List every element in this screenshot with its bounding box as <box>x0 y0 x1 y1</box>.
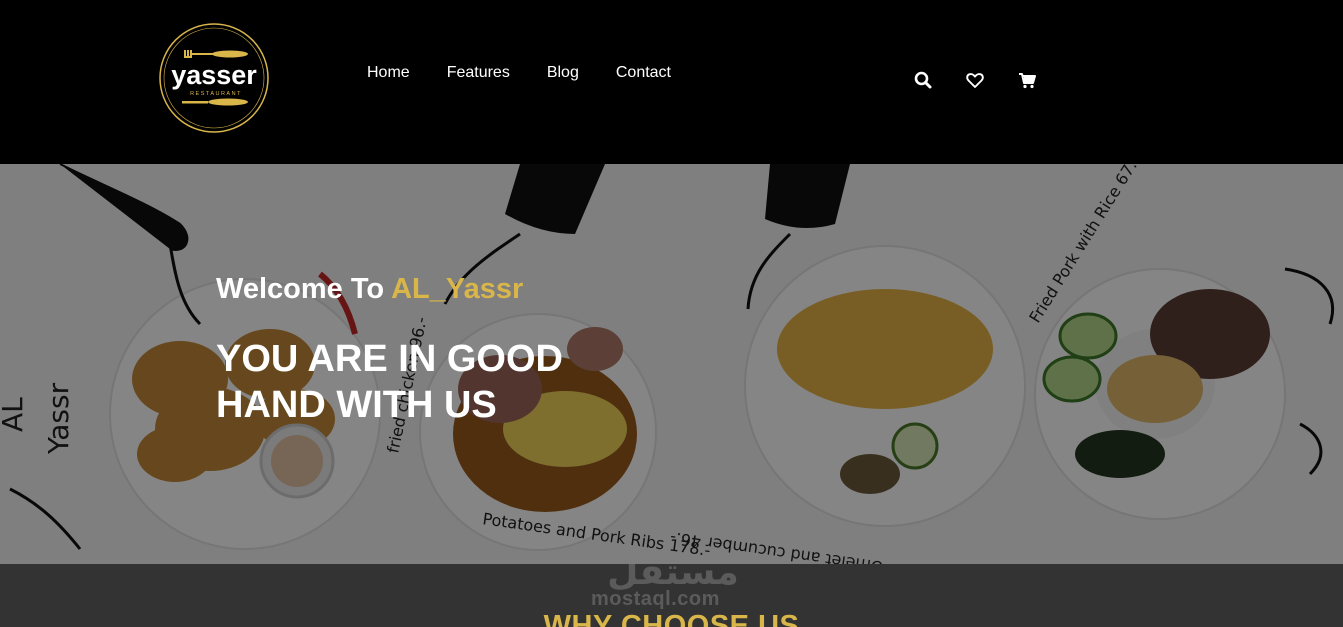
main-nav: Home Features Blog Contact <box>367 63 708 83</box>
hero-welcome: Welcome To AL_Yassr <box>216 272 523 306</box>
hero-welcome-prefix: Welcome To <box>216 273 392 305</box>
nav-blog-link[interactable]: Blog <box>547 63 579 83</box>
nav-features-link[interactable]: Features <box>447 63 510 83</box>
page: yasser RESTAURANT Home Features Blog Con… <box>0 0 1343 627</box>
nav-home-link[interactable]: Home <box>367 63 410 83</box>
site-logo[interactable]: yasser RESTAURANT <box>158 22 270 134</box>
search-icon[interactable] <box>912 69 934 91</box>
header-actions <box>912 69 1068 91</box>
why-choose-section: مستقل mostaql.com WHY CHOOSE US <box>0 564 1343 627</box>
nav-contact-link[interactable]: Contact <box>616 63 671 83</box>
section-title: WHY CHOOSE US <box>543 610 800 627</box>
site-header: yasser RESTAURANT Home Features Blog Con… <box>0 0 1343 164</box>
heart-icon[interactable] <box>964 69 986 91</box>
hero-welcome-accent: AL_Yassr <box>391 273 524 305</box>
hero-dark-overlay <box>0 164 1343 564</box>
watermark-latin: mostaql.com <box>591 588 720 610</box>
cart-icon[interactable] <box>1016 69 1038 91</box>
logo-brand-text: yasser <box>171 60 257 90</box>
hero-headline: YOU ARE IN GOOD HAND WITH US <box>216 338 563 426</box>
hero-section: AL Yassr fried chicken 96.- Potatoes and… <box>0 164 1343 564</box>
logo-tagline: RESTAURANT <box>190 91 242 97</box>
